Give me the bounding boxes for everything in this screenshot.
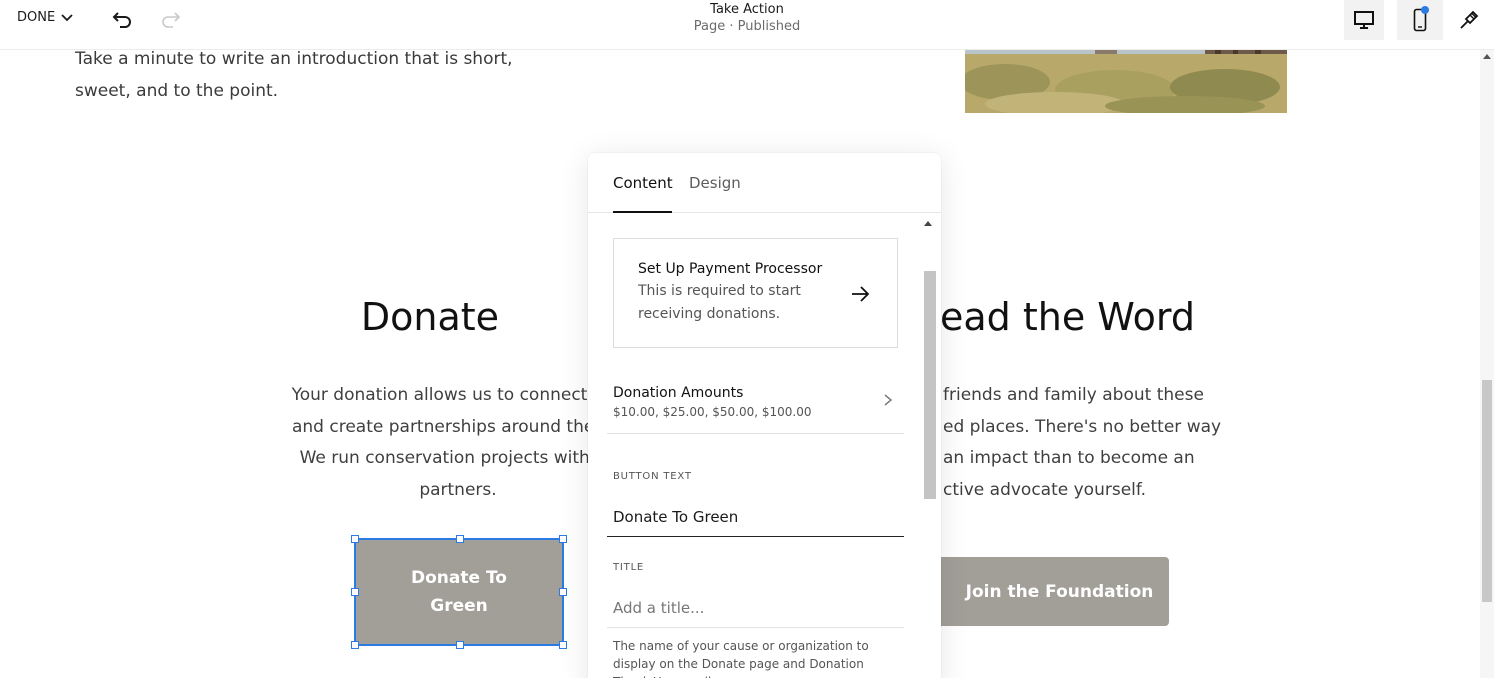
chevron-down-icon (61, 13, 73, 21)
landscape-image (965, 42, 1287, 113)
intro-text: Take a minute to write an introduction t… (75, 43, 555, 107)
intro-line: sweet, and to the point. (75, 81, 279, 101)
top-toolbar: DONE Take Action Page · Published (0, 0, 1494, 50)
button-text-label: BUTTON TEXT (613, 471, 692, 482)
scrollbar-thumb[interactable] (924, 271, 936, 499)
spread-text-line: ed places. There's no better way (943, 416, 1222, 437)
title-field[interactable]: Add a title... (607, 588, 904, 628)
donate-button-label: Donate To Green (411, 568, 507, 616)
arrow-right-icon (852, 286, 870, 302)
spread-text-line: friends and family about these (943, 385, 1204, 405)
page-title-block: Take Action Page · Published (647, 2, 847, 36)
amounts-values: $10.00, $25.00, $50.00, $100.00 (613, 405, 812, 419)
donation-amounts-row[interactable]: Donation Amounts $10.00, $25.00, $50.00,… (607, 373, 904, 434)
undo-icon[interactable] (111, 8, 133, 30)
redo-icon[interactable] (160, 8, 182, 30)
payment-processor-card[interactable]: Set Up Payment Processor This is require… (613, 238, 898, 348)
scroll-up-arrow[interactable] (924, 221, 932, 226)
block-editor-panel: Content Design Set Up Payment Processor … (588, 153, 941, 678)
title-label: TITLE (613, 562, 645, 573)
spread-word-description: friends and family about these ed places… (943, 380, 1243, 506)
page-scrollbar[interactable] (1480, 50, 1494, 678)
donate-button[interactable]: Donate To Green (355, 539, 563, 645)
paintbrush-icon (1460, 10, 1479, 29)
chevron-right-icon (884, 394, 893, 406)
tab-content[interactable]: Content (613, 174, 673, 192)
scroll-up-arrow[interactable] (1483, 54, 1491, 59)
processor-title: Set Up Payment Processor (638, 261, 823, 277)
title-helper-text: The name of your cause or organization t… (613, 639, 869, 678)
design-button[interactable] (1449, 0, 1489, 40)
done-label: DONE (17, 10, 56, 25)
editor-page: DONE Take Action Page · Published Take a… (0, 0, 1494, 678)
tab-design[interactable]: Design (689, 174, 741, 192)
spread-text-line: ctive advocate yourself. (943, 479, 1147, 500)
mobile-view-button[interactable] (1397, 0, 1443, 40)
notification-dot (1421, 6, 1429, 14)
desktop-icon (1354, 11, 1374, 29)
scrollbar-thumb[interactable] (1482, 380, 1492, 602)
panel-scrollbar[interactable] (923, 213, 936, 678)
donate-heading: Donate (360, 295, 500, 339)
page-title: Take Action (710, 2, 784, 17)
amounts-title: Donation Amounts (613, 385, 744, 401)
page-status: Page · Published (693, 19, 801, 34)
spread-text-line: an impact than to become an (943, 448, 1195, 468)
active-tab-indicator (613, 211, 672, 213)
spread-word-heading: ead the Word (940, 295, 1195, 339)
button-text-field[interactable]: Donate To Green (607, 497, 904, 537)
desktop-view-button[interactable] (1344, 0, 1384, 40)
join-foundation-button[interactable]: Join the Foundation (930, 557, 1169, 626)
processor-description: This is required to start receiving dona… (638, 283, 801, 322)
done-button[interactable]: DONE (17, 10, 74, 25)
panel-tabs: Content Design (588, 153, 941, 213)
